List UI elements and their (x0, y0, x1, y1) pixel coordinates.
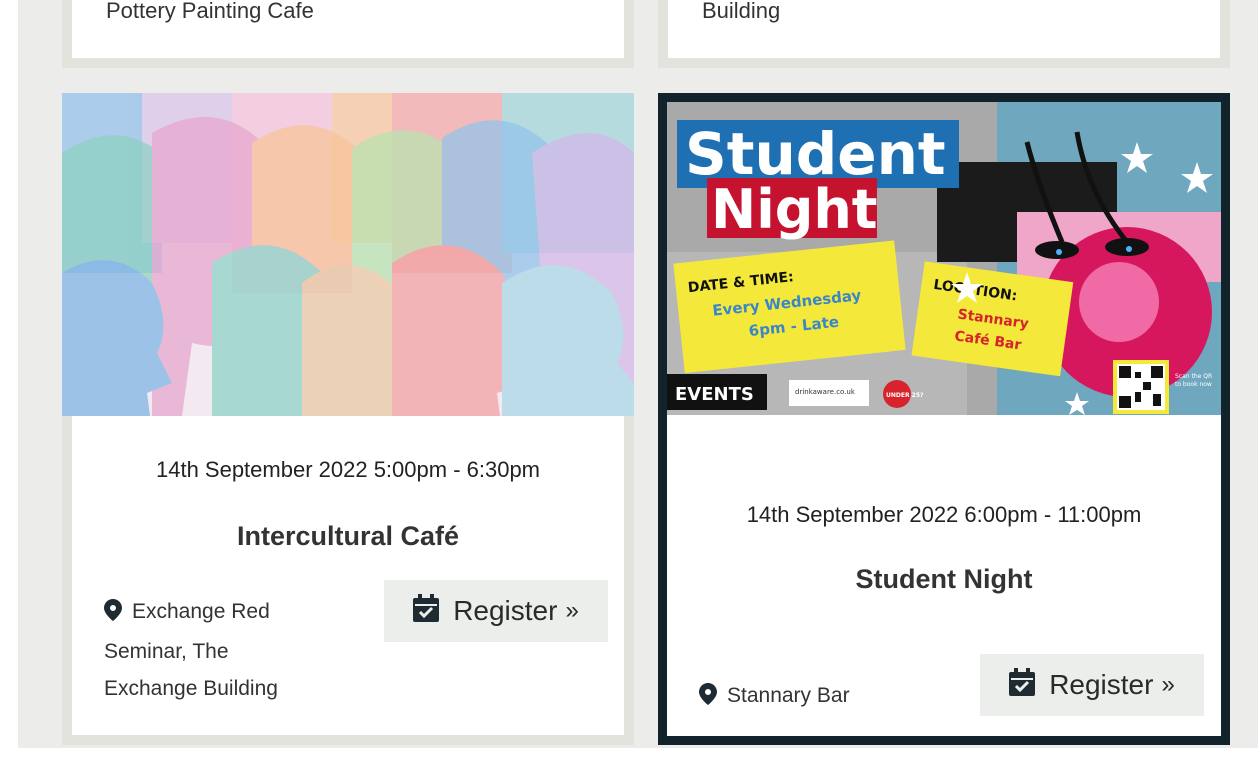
event-image-student-night-poster[interactable]: Student Night DATE & TIME: Every Wednesd… (667, 102, 1221, 415)
map-marker-icon (699, 680, 717, 717)
location-line: Stannary Bar (727, 684, 850, 707)
event-title-fragment: Building (702, 0, 781, 23)
poster-badge: UNDER 25? (886, 392, 924, 399)
register-chevron: » (565, 597, 579, 624)
event-card-previous-right[interactable]: Building (658, 0, 1230, 68)
event-title-fragment: Pottery Painting Cafe (106, 0, 314, 23)
register-button[interactable]: Register » (980, 654, 1204, 716)
poster-qr-note: to book now (1175, 381, 1212, 388)
poster-events-logo: EVENTS (675, 384, 754, 405)
event-card-intercultural-cafe[interactable]: 14th September 2022 5:00pm - 6:30pm Inte… (62, 93, 634, 745)
register-label: Register (1049, 669, 1154, 700)
event-title[interactable]: Student Night (667, 564, 1221, 595)
event-location: Exchange Red Seminar, The Exchange Build… (104, 593, 278, 707)
register-chevron: » (1161, 671, 1175, 698)
event-image-heads-illustration[interactable] (62, 93, 634, 416)
register-label: Register (453, 595, 558, 626)
poster-drinkaware: drinkaware.co.uk (795, 388, 856, 396)
location-line: Exchange Red (132, 600, 270, 623)
event-card-student-night[interactable]: Student Night DATE & TIME: Every Wednesd… (658, 93, 1230, 745)
event-date: 14th September 2022 5:00pm - 6:30pm (155, 457, 541, 482)
event-card-previous-left[interactable]: Pottery Painting Cafe (62, 0, 634, 68)
calendar-check-icon (1009, 667, 1036, 703)
calendar-check-icon (413, 593, 440, 629)
location-line: Seminar, The (104, 640, 229, 663)
map-marker-icon (104, 596, 122, 633)
poster-qr-note: Scan the QR (1175, 373, 1212, 380)
poster-headline: Night (711, 178, 878, 241)
event-title[interactable]: Intercultural Café (72, 521, 624, 552)
register-button[interactable]: Register » (384, 580, 608, 642)
student-night-poster: Student Night DATE & TIME: Every Wednesd… (667, 102, 1221, 415)
heads-illustration (62, 93, 634, 416)
event-location: Stannary Bar (699, 677, 850, 717)
event-date: 14th September 2022 6:00pm - 11:00pm (746, 502, 1142, 527)
location-line: Exchange Building (104, 677, 278, 700)
